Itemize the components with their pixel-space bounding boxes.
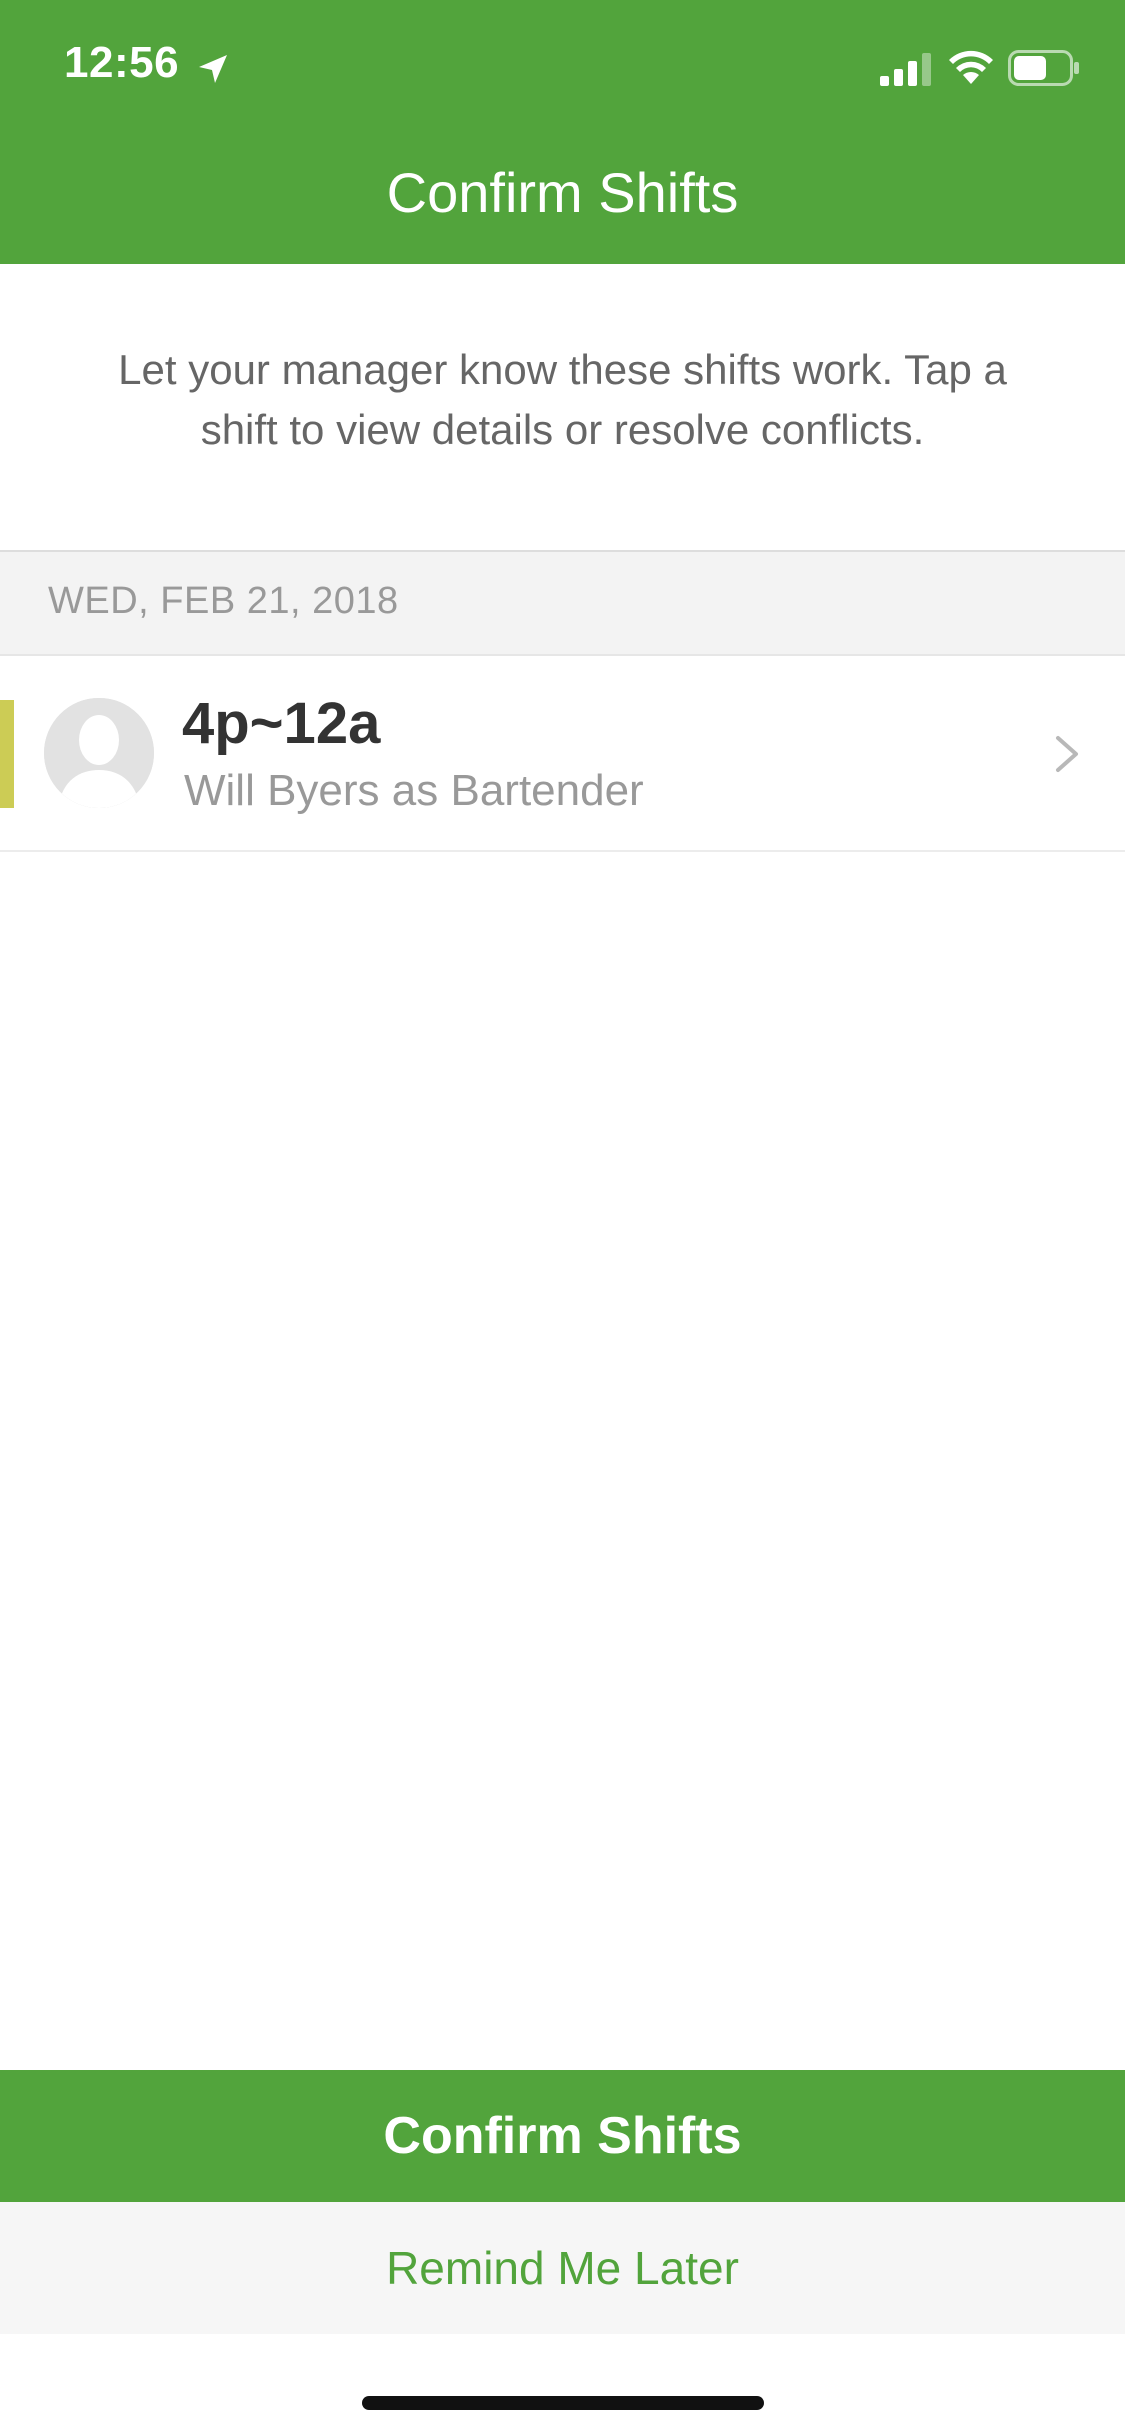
section-header: WED, FEB 21, 2018	[0, 550, 1125, 656]
shift-status-stripe	[0, 700, 14, 808]
intro-message: Let your manager know these shifts work.…	[118, 346, 1007, 453]
battery-icon	[1008, 50, 1079, 86]
confirm-shifts-screen: 12:56 Confirm Shifts Let your manager kn…	[0, 0, 1125, 2436]
chevron-right-icon	[1056, 736, 1078, 772]
avatar	[44, 698, 154, 808]
remind-me-later-button[interactable]: Remind Me Later	[0, 2202, 1125, 2334]
shift-row[interactable]: 4p~12a Will Byers as Bartender	[0, 656, 1125, 852]
cellular-signal-icon	[880, 53, 931, 86]
person-placeholder-icon	[44, 698, 154, 808]
section-date: WED, FEB 21, 2018	[48, 580, 399, 622]
shift-time: 4p~12a	[182, 691, 381, 756]
confirm-shifts-button[interactable]: Confirm Shifts	[0, 2070, 1125, 2202]
status-time: 12:56	[64, 38, 180, 87]
page-title: Confirm Shifts	[386, 161, 739, 224]
status-bar: 12:56	[0, 0, 1125, 132]
shift-detail: Will Byers as Bartender	[184, 766, 644, 815]
wifi-icon	[949, 50, 993, 84]
header: 12:56 Confirm Shifts	[0, 0, 1125, 264]
home-indicator[interactable]	[362, 2396, 764, 2410]
location-arrow-icon	[199, 55, 227, 83]
